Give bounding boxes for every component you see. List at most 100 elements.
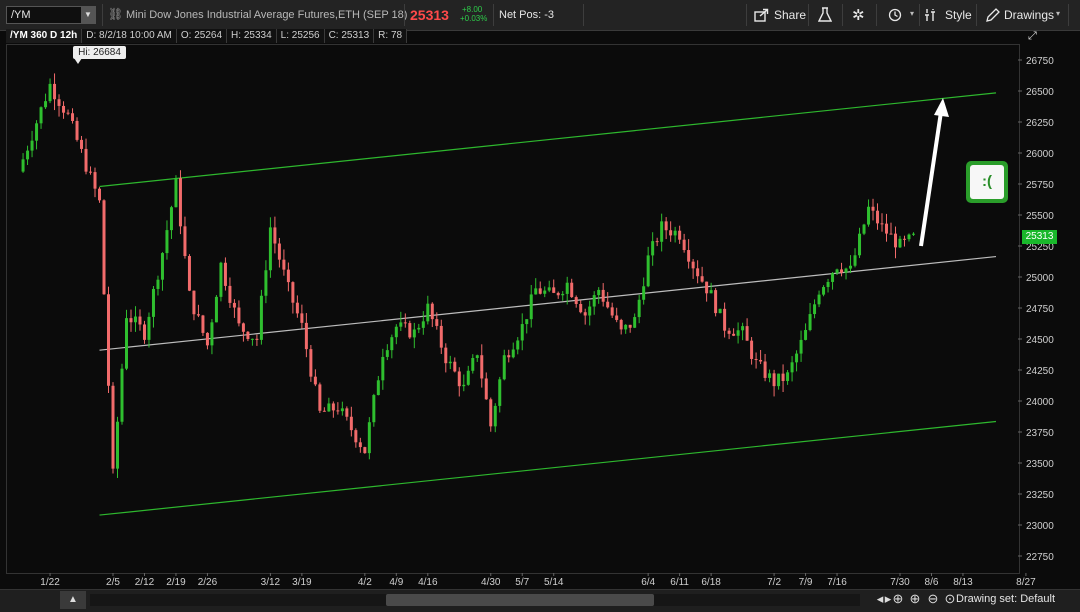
- candle-body: [637, 299, 641, 318]
- candle-body: [862, 224, 866, 234]
- y-tick-label: 23750: [1026, 428, 1054, 439]
- candle-body: [804, 330, 808, 340]
- y-tick-label: 22750: [1026, 552, 1054, 563]
- zoom-in-icon[interactable]: ⊕: [907, 591, 923, 607]
- candle-body: [592, 295, 596, 307]
- candle-body: [687, 250, 691, 262]
- x-tick-label: 6/4: [641, 577, 655, 588]
- candle-body: [89, 171, 93, 173]
- candle-body: [430, 303, 434, 320]
- candle-body: [516, 340, 520, 350]
- candle-body: [309, 349, 313, 377]
- candle-body: [214, 296, 218, 323]
- candle-body: [403, 322, 407, 324]
- candle-body: [682, 239, 686, 251]
- candle-body: [327, 403, 331, 412]
- candle-body: [673, 230, 677, 236]
- candle-body: [691, 261, 695, 269]
- candle-body: [543, 290, 547, 294]
- candle-body: [628, 324, 632, 328]
- candle-body: [363, 447, 367, 454]
- candle-body: [570, 282, 574, 298]
- candle-body: [502, 355, 506, 380]
- x-axis: 1/22 2/5 2/12 2/19 2/26 3/12 3/19 4/2 4/9 4/16 4/3…: [40, 573, 1036, 588]
- candle-body: [156, 279, 160, 289]
- candle-body: [588, 306, 592, 316]
- candle-body: [651, 241, 655, 256]
- sad-note-annotation[interactable]: :(: [966, 161, 1008, 203]
- x-tick-label: 7/30: [890, 577, 910, 588]
- y-tick-label: 23250: [1026, 490, 1054, 501]
- candle-body: [561, 293, 565, 296]
- arrow-annotation[interactable]: [919, 98, 949, 247]
- candle-body: [102, 200, 106, 295]
- candle-body: [107, 294, 111, 386]
- candle-body: [444, 347, 448, 364]
- candle-body: [385, 350, 389, 357]
- candle-body: [115, 421, 119, 469]
- candle-body: [57, 99, 61, 106]
- candle-body: [849, 265, 853, 269]
- x-tick-label: 5/14: [544, 577, 564, 588]
- candle-body: [781, 373, 785, 382]
- candle-body: [237, 307, 241, 324]
- candle-body: [880, 223, 884, 225]
- candle-body: [277, 243, 281, 260]
- candle-body: [507, 355, 511, 358]
- candle-body: [556, 292, 560, 296]
- candle-body: [534, 288, 538, 295]
- candle-body: [745, 326, 749, 341]
- candle-body: [844, 268, 848, 273]
- x-tick-label: 4/2: [358, 577, 372, 588]
- y-tick-label: 24250: [1026, 366, 1054, 377]
- candle-body: [885, 223, 889, 234]
- candle-body: [210, 322, 214, 346]
- candle-body: [21, 159, 25, 172]
- candle-body: [264, 270, 268, 296]
- candle-body: [565, 282, 569, 294]
- candle-body: [826, 281, 830, 288]
- candle-body: [759, 359, 763, 362]
- x-tick-label: 8/13: [953, 577, 973, 588]
- candle-body: [471, 358, 475, 371]
- candle-body: [232, 302, 236, 308]
- candle-body: [624, 324, 628, 330]
- candle-body: [53, 83, 57, 100]
- candle-body: [601, 289, 605, 302]
- candle-body: [597, 289, 601, 296]
- arrow-shaft: [919, 111, 943, 247]
- candle-body: [547, 287, 551, 291]
- y-tick-label: 26500: [1026, 87, 1054, 98]
- candle-body: [574, 297, 578, 304]
- candle-body: [178, 178, 182, 227]
- candle-body: [390, 337, 394, 351]
- candle-body: [831, 273, 835, 282]
- candle-body: [696, 268, 700, 277]
- candle-body: [786, 372, 790, 382]
- candle-body: [174, 178, 178, 208]
- candle-body: [169, 207, 173, 231]
- y-tick-label: 24750: [1026, 304, 1054, 315]
- pan-icon[interactable]: ⊕: [890, 591, 906, 607]
- x-tick-label: 7/2: [767, 577, 781, 588]
- candle-body: [615, 315, 619, 320]
- candle-body: [192, 290, 196, 315]
- zoom-out-icon[interactable]: ⊖: [925, 591, 941, 607]
- candle-body: [858, 233, 862, 256]
- candle-body: [529, 294, 533, 320]
- candle-body: [39, 107, 43, 124]
- candle-body: [840, 269, 844, 273]
- candle-body: [493, 405, 497, 427]
- candle-body: [709, 290, 713, 294]
- candle-body: [822, 287, 826, 295]
- y-tick-label: 26750: [1026, 56, 1054, 67]
- x-tick-label: 6/11: [670, 577, 689, 588]
- scrollbar-thumb[interactable]: [386, 594, 654, 606]
- scroll-up-button[interactable]: ▲: [60, 591, 86, 609]
- candle-body: [358, 442, 362, 448]
- candle-body: [66, 112, 70, 114]
- candle-body: [259, 295, 263, 340]
- drawing-set-label[interactable]: Drawing set: Default: [956, 593, 1055, 605]
- candle-body: [142, 324, 146, 340]
- candle-body: [795, 353, 799, 363]
